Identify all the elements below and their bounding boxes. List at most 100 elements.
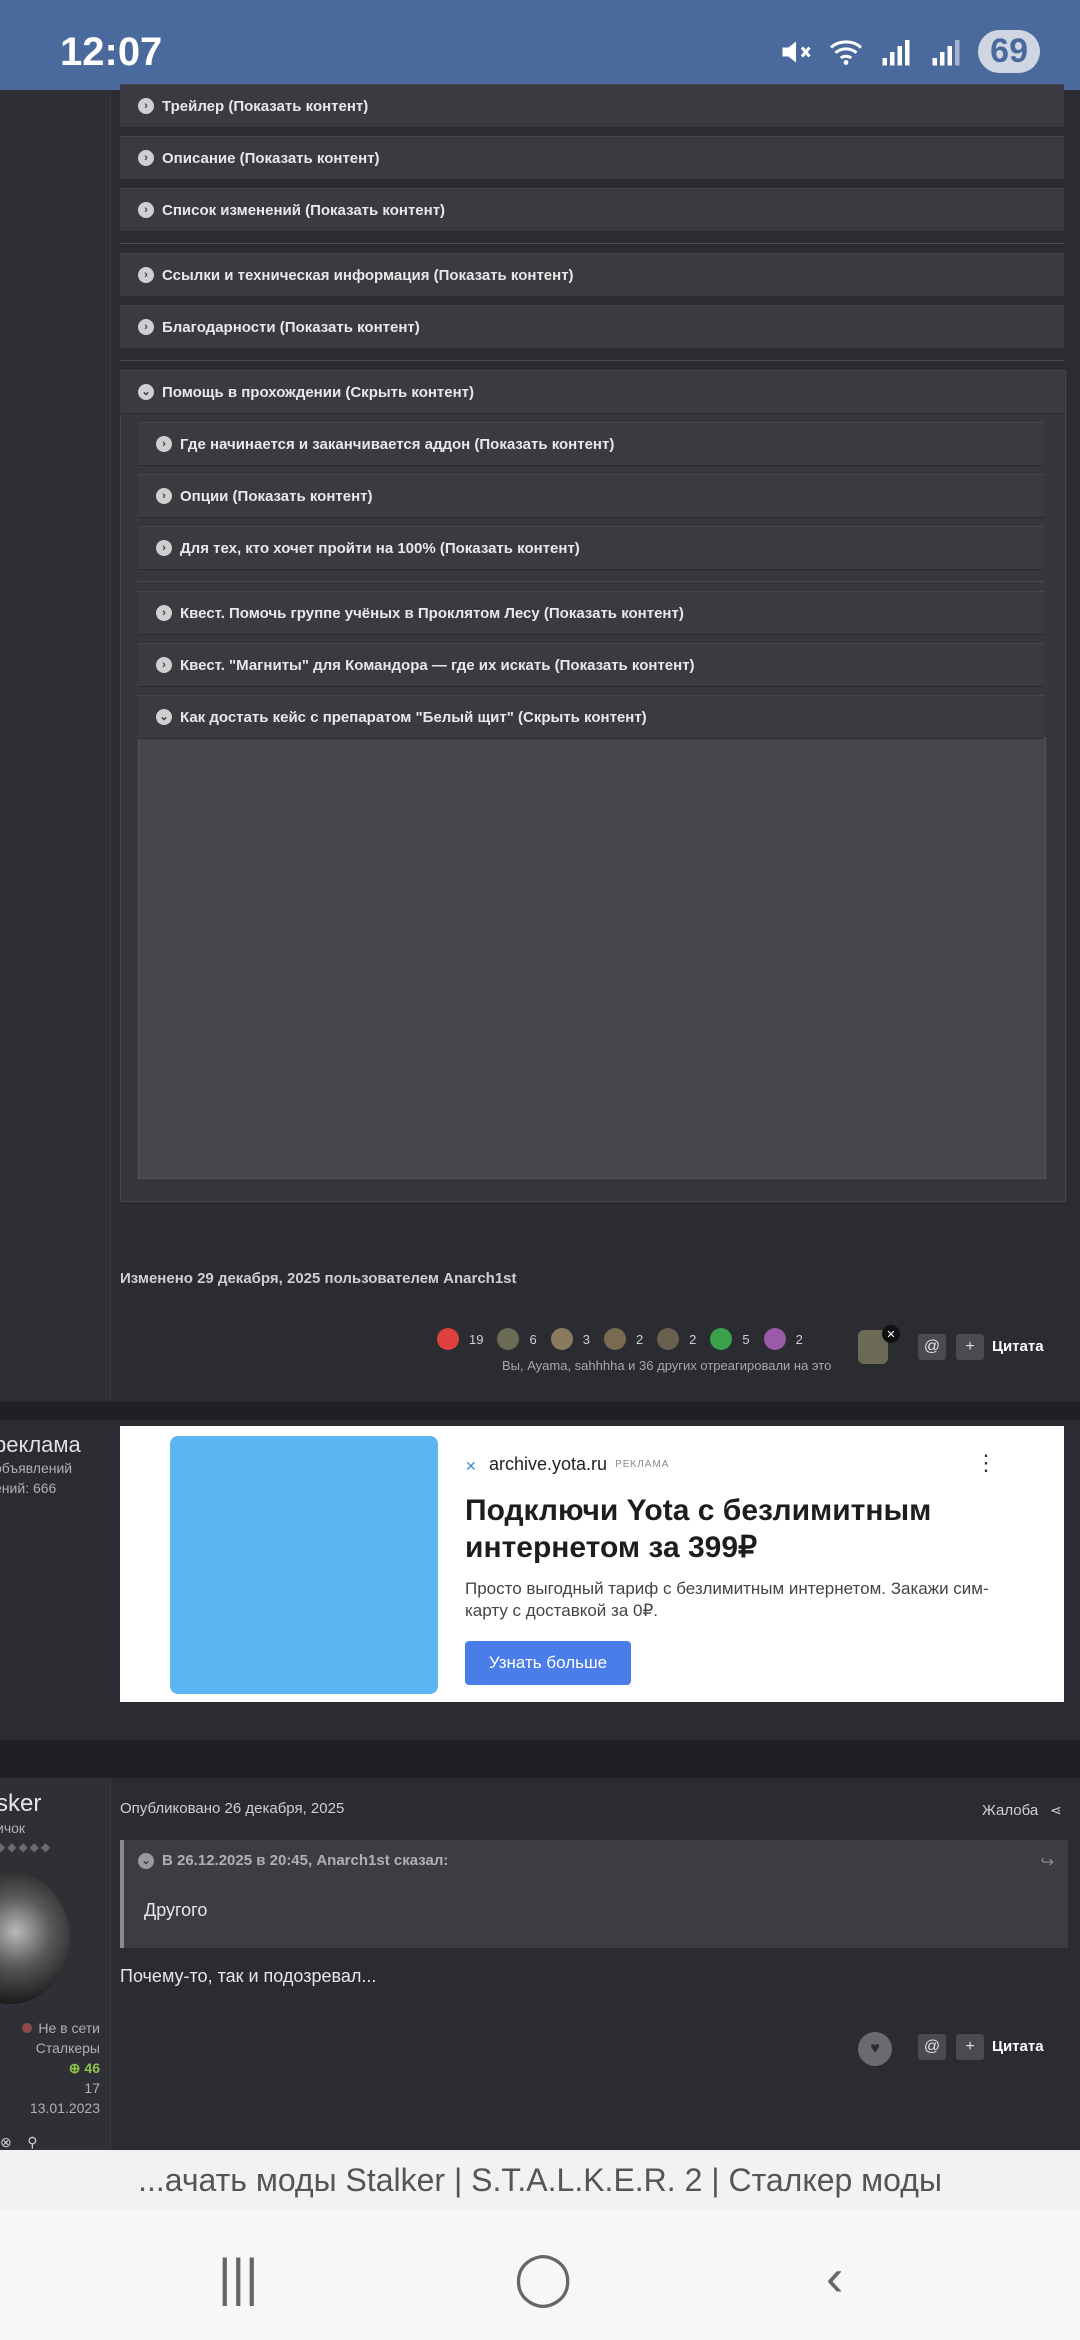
- recent-apps-button[interactable]: |||: [218, 2248, 259, 2308]
- spoiler-label: Для тех, кто хочет пройти на 100% (Показ…: [180, 539, 580, 557]
- reaction-icon: [497, 1328, 520, 1350]
- reputation-value: 46: [84, 2060, 100, 2076]
- more-options-icon[interactable]: ⋮: [975, 1450, 997, 1476]
- report-link[interactable]: Жалоба: [982, 1802, 1038, 1819]
- react-button[interactable]: ♥: [858, 2032, 892, 2066]
- spoiler-label: Как достать кейс с препаратом "Белый щит…: [180, 708, 647, 726]
- ad-cta-button[interactable]: Узнать больше: [465, 1641, 631, 1685]
- avatar[interactable]: [0, 1872, 70, 2004]
- ad-sidebar: реклама объявлений ений: 666: [0, 1420, 110, 1738]
- spoiler-walkthrough[interactable]: ⌄ Помощь в прохождении (Скрыть контент): [120, 370, 1064, 414]
- go-to-quote-icon[interactable]: ↪: [1041, 1852, 1054, 1872]
- chevron-right-icon: ›: [156, 540, 172, 556]
- chevron-down-icon: ⌄: [156, 709, 172, 725]
- ad-domain[interactable]: ✕ archive.yota.ru РЕКЛАМА: [465, 1454, 669, 1475]
- spoiler-label: Описание (Показать контент): [162, 149, 380, 167]
- reaction-radiation[interactable]: 5: [710, 1328, 750, 1350]
- spoiler-label: Квест. "Магниты" для Командора — где их …: [180, 656, 695, 674]
- spoiler-quest-scientists[interactable]: › Квест. Помочь группе учёных в Проклято…: [138, 591, 1044, 635]
- join-date: 13.01.2023: [29, 2100, 100, 2116]
- signal-icon-2: [932, 39, 960, 65]
- page-title: ...ачать моды Stalker | S.T.A.L.K.E.R. 2…: [138, 2161, 942, 2198]
- spoiler-label: Где начинается и заканчивается аддон (По…: [180, 435, 615, 453]
- ad-banner[interactable]: ✕ archive.yota.ru РЕКЛАМА ⋮ Подключи Yot…: [120, 1426, 1064, 1702]
- chevron-right-icon: ›: [156, 436, 172, 452]
- spoiler-quest-magnets[interactable]: › Квест. "Магниты" для Командора — где и…: [138, 643, 1044, 687]
- share-icon[interactable]: ⋖: [1050, 1802, 1062, 1819]
- reaction-heart[interactable]: 19: [437, 1328, 483, 1350]
- spoiler-links[interactable]: › Ссылки и техническая информация (Показ…: [120, 253, 1064, 297]
- chevron-right-icon: ›: [138, 98, 154, 114]
- back-button[interactable]: ‹: [826, 2248, 843, 2308]
- post-date[interactable]: Опубликовано 26 декабря, 2025: [120, 1800, 344, 1817]
- multiquote-button[interactable]: +: [956, 2034, 984, 2060]
- section-separator: [0, 1740, 1080, 1778]
- quote-button[interactable]: Цитата: [992, 1338, 1044, 1355]
- rank-pips: ◆◆◆◆◆: [0, 1840, 53, 1854]
- offline-dot-icon: [22, 2023, 33, 2033]
- multiquote-button[interactable]: +: [956, 1334, 984, 1360]
- ad-description: Просто выгодный тариф с безлимитным инте…: [465, 1579, 989, 1620]
- home-button[interactable]: ◯: [514, 2248, 572, 2308]
- reaction-count: 2: [635, 1331, 644, 1347]
- spoiler-100-percent[interactable]: › Для тех, кто хочет пройти на 100% (Пок…: [138, 526, 1044, 570]
- status-bar: 12:07 69: [0, 0, 1080, 90]
- reaction-icon: [550, 1328, 573, 1350]
- quote-block: ⌄ В 26.12.2025 в 20:45, Anarch1st сказал…: [120, 1840, 1068, 1948]
- status-icons: 69: [778, 30, 1040, 73]
- heart-icon: [437, 1328, 459, 1350]
- quote-body: Другого: [144, 1900, 208, 1920]
- mute-icon: [782, 41, 811, 62]
- section-separator: [0, 1402, 1080, 1420]
- ad-headline[interactable]: Подключи Yota с безлимитным интернетом з…: [465, 1492, 985, 1566]
- reaction-4[interactable]: 2: [603, 1328, 644, 1350]
- radiation-icon: [710, 1328, 733, 1350]
- spoiler-trailer[interactable]: › Трейлер (Показать контент): [120, 84, 1064, 128]
- quote-header[interactable]: ⌄ В 26.12.2025 в 20:45, Anarch1st сказал…: [138, 1852, 448, 1869]
- spoiler-label: Ссылки и техническая информация (Показат…: [162, 266, 574, 284]
- spoiler-addon-start-end[interactable]: › Где начинается и заканчивается аддон (…: [138, 422, 1044, 466]
- ad-domain-text: archive.yota.ru: [489, 1454, 608, 1474]
- spoiler-thanks[interactable]: › Благодарности (Показать контент): [120, 305, 1064, 349]
- divider: [120, 360, 1064, 361]
- divider: [138, 581, 1044, 582]
- reactions-bar[interactable]: 19 6 3 2 2 5 2: [437, 1328, 817, 1350]
- ad-sidebar-line1: объявлений: [0, 1460, 73, 1476]
- reaction-trophy[interactable]: 2: [763, 1328, 803, 1350]
- online-status-text: Не в сети: [38, 2020, 100, 2036]
- remove-reaction-icon[interactable]: ✕: [882, 1325, 900, 1343]
- chevron-down-icon: ⌄: [138, 384, 154, 400]
- mention-button[interactable]: @: [918, 1334, 946, 1360]
- browser-title-bar[interactable]: ...ачать моды Stalker | S.T.A.L.K.E.R. 2…: [0, 2150, 1080, 2210]
- white-shield-spoiler-content: [138, 737, 1046, 1179]
- spoiler-options[interactable]: › Опции (Показать контент): [138, 474, 1044, 518]
- reaction-2[interactable]: 6: [497, 1328, 537, 1350]
- online-status: Не в сети: [22, 2020, 100, 2036]
- reaction-count: 2: [689, 1331, 697, 1347]
- spoiler-changelog[interactable]: › Список изменений (Показать контент): [120, 188, 1064, 232]
- reaction-5[interactable]: 2: [657, 1328, 696, 1350]
- spoiler-description[interactable]: › Описание (Показать контент): [120, 136, 1064, 180]
- post-author: sker ичок ◆◆◆◆◆ Не в сети Сталкеры ⊕ 46 …: [0, 1778, 110, 2150]
- reaction-summary[interactable]: Вы, Ayama, sahhhha и 36 других отреагиро…: [502, 1358, 831, 1373]
- trophy-icon: [763, 1328, 786, 1350]
- ad-image[interactable]: [170, 1436, 438, 1694]
- quote-button[interactable]: Цитата: [992, 2038, 1044, 2055]
- chevron-right-icon: ›: [156, 488, 172, 504]
- post-body: Почему-то, так и подозревал...: [120, 1966, 377, 1986]
- spoiler-white-shield[interactable]: ⌄ Как достать кейс с препаратом "Белый щ…: [138, 695, 1044, 739]
- reaction-icon: [657, 1328, 680, 1350]
- author-column: [0, 90, 111, 1400]
- clock: 12:07: [60, 30, 163, 74]
- spoiler-label: Благодарности (Показать контент): [162, 318, 420, 336]
- reaction-icon: [603, 1328, 626, 1350]
- author-actions[interactable]: ⊗ ⚲: [0, 2134, 38, 2151]
- chevron-right-icon: ›: [138, 267, 154, 283]
- reaction-count: 2: [795, 1331, 803, 1347]
- author-name[interactable]: sker: [0, 1790, 41, 1818]
- reaction-3[interactable]: 3: [550, 1328, 590, 1350]
- chevron-right-icon: ›: [138, 319, 154, 335]
- mention-button[interactable]: @: [918, 2034, 946, 2060]
- chevron-down-icon: ⌄: [138, 1852, 154, 1869]
- ad-sidebar-line2: ений: 666: [0, 1480, 57, 1496]
